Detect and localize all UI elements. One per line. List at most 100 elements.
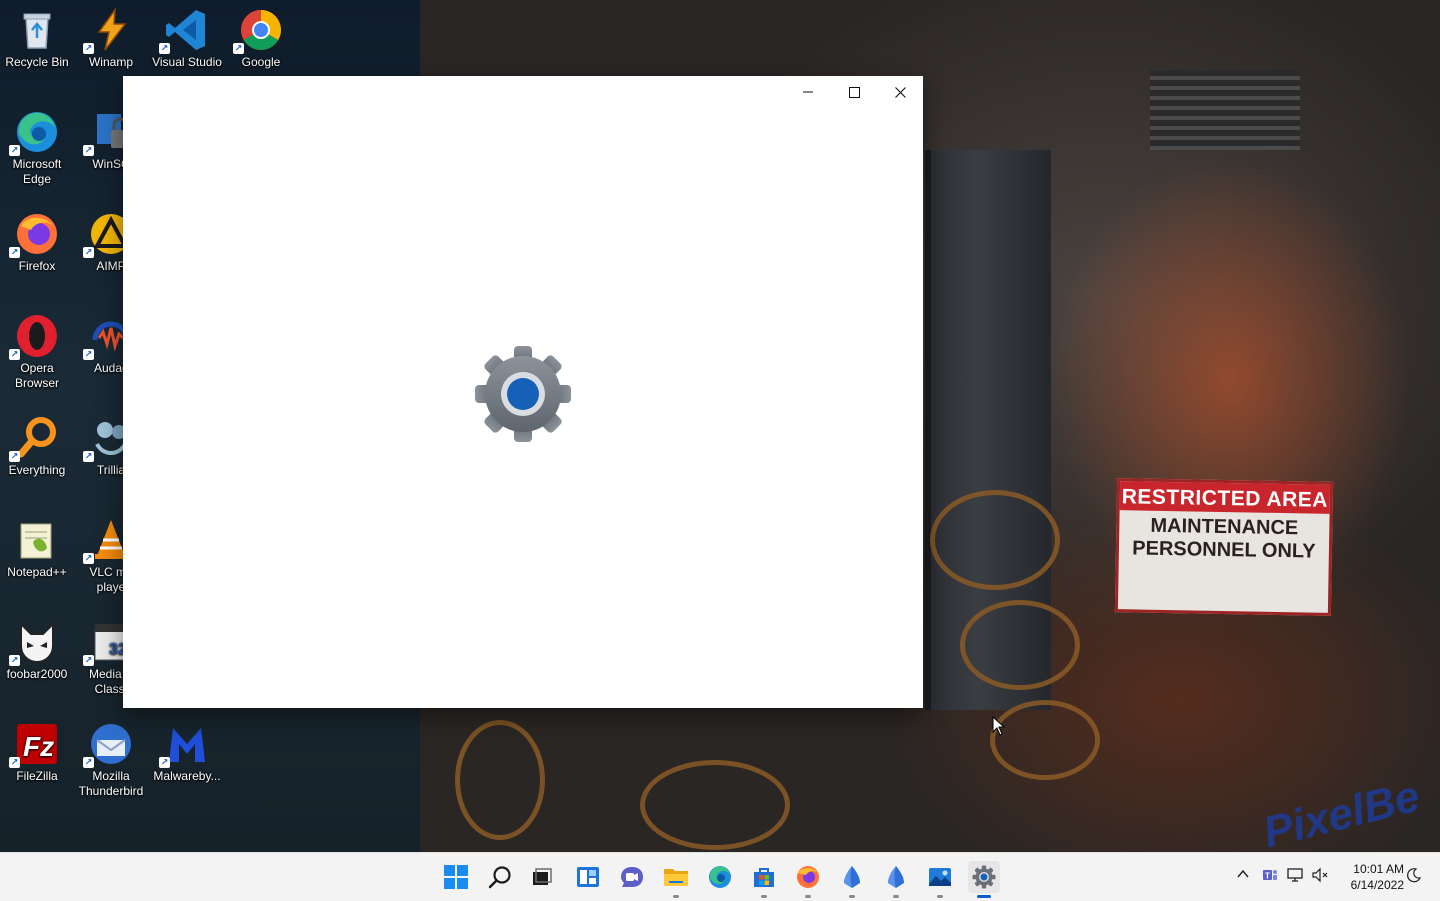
mouse-cursor-icon xyxy=(992,716,1006,736)
minimize-icon xyxy=(803,91,813,93)
desktop-icon-label: foobar2000 xyxy=(6,667,68,681)
tray-clock[interactable]: 10:01 AM 6/14/2022 xyxy=(1336,861,1404,893)
wallpaper-coil xyxy=(640,760,790,850)
desktop-icon-label: Firefox xyxy=(18,259,56,273)
wallpaper-watermark: PixelBe xyxy=(1258,771,1425,852)
clock-time: 10:01 AM xyxy=(1353,862,1404,876)
taskbar-chat-button[interactable] xyxy=(616,861,648,893)
taskbar-firefox-button[interactable] xyxy=(792,861,824,898)
moon-icon xyxy=(1407,868,1422,883)
desktop-icon-everything[interactable]: ↗ Everything xyxy=(0,416,74,478)
close-button[interactable] xyxy=(877,76,923,108)
running-indicator xyxy=(673,895,679,898)
chevron-up-icon xyxy=(1237,869,1249,878)
recycle-bin-icon xyxy=(15,8,59,52)
foobar2000-icon: ↗ xyxy=(9,620,59,666)
desktop-icon-notepadpp[interactable]: Notepad++ xyxy=(0,518,74,580)
desktop-icon-label: Notepad++ xyxy=(7,565,67,579)
opera-icon: ↗ xyxy=(9,314,59,360)
taskbar: T 10:01 AM 6/14/2022 xyxy=(0,852,1440,901)
search-icon xyxy=(488,866,511,889)
restricted-area-sign: RESTRICTED AREA MAINTENANCE PERSONNEL ON… xyxy=(1114,478,1334,616)
desktop-icon-label: Google xyxy=(241,55,281,69)
running-indicator xyxy=(761,895,767,898)
taskbar-search-button[interactable] xyxy=(484,861,516,893)
settings-gear-icon xyxy=(473,344,573,444)
svg-text:Fz: Fz xyxy=(23,731,54,762)
desktop-icon-label: Everything xyxy=(8,463,66,477)
desktop-icon-visual-studio[interactable]: ↗ Visual Studio xyxy=(150,8,224,70)
settings-icon xyxy=(972,865,996,889)
svg-text:T: T xyxy=(1265,872,1270,881)
desktop-icon-foobar2000[interactable]: ↗ foobar2000 xyxy=(0,620,74,682)
taskbar-file-explorer-button[interactable] xyxy=(660,861,692,898)
desktop-icon-label: Malwareby... xyxy=(153,769,221,783)
taskbar-app-button[interactable] xyxy=(880,861,912,898)
start-icon xyxy=(444,865,468,889)
chat-icon xyxy=(621,867,643,887)
desktop-icon-winamp[interactable]: ↗ Winamp xyxy=(74,7,148,70)
tray-volume-button[interactable] xyxy=(1312,867,1330,887)
taskbar-start-button[interactable] xyxy=(440,861,472,893)
desktop-icon-microsoft-edge[interactable]: ↗ Microsoft Edge xyxy=(0,110,74,187)
desktop-icon-label: Visual Studio xyxy=(152,55,222,69)
desktop-icon-label: Mozilla Thunderbird xyxy=(78,769,144,798)
thunderbird-icon: ↗ xyxy=(83,722,133,768)
edge-icon xyxy=(709,866,731,888)
volume-muted-icon xyxy=(1312,867,1328,883)
desktop-icon-label: Opera Browser xyxy=(14,361,59,390)
notepadpp-icon xyxy=(15,518,59,562)
desktop-icon-label: Recycle Bin xyxy=(5,55,69,69)
firefox-icon xyxy=(797,866,819,888)
taskbar-store-button[interactable] xyxy=(748,861,780,898)
close-icon xyxy=(894,86,906,98)
store-icon xyxy=(754,868,774,887)
tray-network-button[interactable] xyxy=(1287,867,1305,887)
taskbar-photos-button[interactable] xyxy=(924,861,956,898)
task-view-icon xyxy=(533,868,552,885)
app-blue-1-icon xyxy=(844,866,860,888)
sign-top-text: RESTRICTED AREA xyxy=(1119,481,1331,514)
tray-overflow-button[interactable] xyxy=(1236,867,1250,885)
running-indicator xyxy=(893,895,899,898)
file-explorer-icon xyxy=(664,869,688,886)
teams-icon: T xyxy=(1263,870,1277,881)
desktop-icon-filezilla[interactable]: Fz ↗ FileZilla xyxy=(0,722,74,784)
filezilla-icon: Fz ↗ xyxy=(9,722,59,768)
desktop-icon-google[interactable]: ↗ Google xyxy=(224,8,298,70)
desktop-icon-firefox[interactable]: ↗ Firefox xyxy=(0,212,74,274)
maximize-icon xyxy=(848,86,860,98)
running-indicator xyxy=(849,895,855,898)
desktop-icon-label: Winamp xyxy=(88,55,133,69)
wallpaper-coil xyxy=(960,600,1080,690)
active-indicator xyxy=(977,895,991,898)
desktop-icon-recycle-bin[interactable]: Recycle Bin xyxy=(0,8,74,70)
taskbar-edge-button[interactable] xyxy=(704,861,736,893)
sign-bottom-text: MAINTENANCE PERSONNEL ONLY xyxy=(1132,514,1316,563)
tray-focus-assist-button[interactable] xyxy=(1406,867,1422,887)
firefox-icon: ↗ xyxy=(9,212,59,258)
chrome-icon: ↗ xyxy=(233,8,283,54)
tray-teams-button[interactable]: T xyxy=(1262,867,1278,887)
desktop-icon-thunderbird[interactable]: ↗ Mozilla Thunderbird xyxy=(74,722,148,799)
taskbar-settings-button[interactable] xyxy=(968,861,1000,898)
maximize-button[interactable] xyxy=(831,76,877,108)
widgets-icon xyxy=(577,867,599,887)
photos-icon xyxy=(929,868,951,886)
taskbar-widgets-button[interactable] xyxy=(572,861,604,893)
desktop-icon-label: FileZilla xyxy=(16,769,58,783)
malwarebytes-icon: ↗ xyxy=(159,722,209,768)
vscode-icon: ↗ xyxy=(159,8,209,54)
clock-date: 6/14/2022 xyxy=(1350,878,1404,892)
everything-search-icon: ↗ xyxy=(9,416,59,462)
edge-icon: ↗ xyxy=(9,110,59,156)
desktop-icon-opera[interactable]: ↗ Opera Browser xyxy=(0,314,74,391)
app-blue-2-icon xyxy=(888,866,904,888)
minimize-button[interactable] xyxy=(785,76,831,108)
wallpaper-coil xyxy=(455,720,545,840)
taskbar-app-button[interactable] xyxy=(836,861,868,898)
settings-window[interactable] xyxy=(123,76,923,708)
taskbar-task-view-button[interactable] xyxy=(526,861,558,893)
desktop-icon-malwarebytes[interactable]: ↗ Malwareby... xyxy=(150,722,224,784)
wallpaper-coil xyxy=(990,700,1100,780)
